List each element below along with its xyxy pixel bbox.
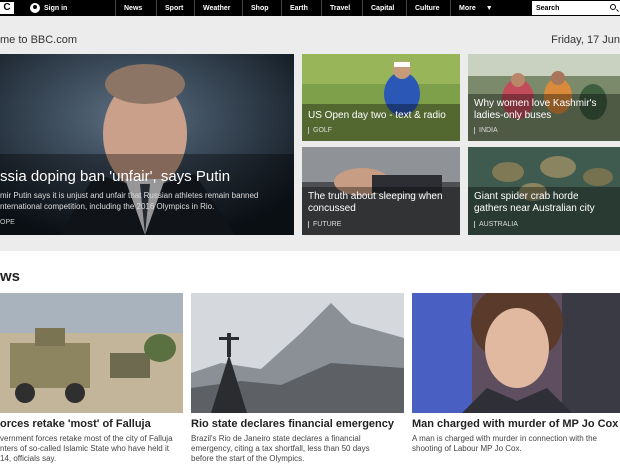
- nav-item-travel[interactable]: Travel: [321, 0, 361, 16]
- story-summary-line: 14, officials say.: [0, 454, 57, 463]
- story-tile-india[interactable]: Why women love Kashmir's ladies-only bus…: [468, 54, 620, 141]
- story-summary-line: A man is charged with murder in connecti…: [412, 434, 597, 443]
- tile-headline: The truth about sleeping when concussed: [308, 191, 443, 215]
- story-summary-line: shooting of Labour MP Jo Cox.: [412, 444, 522, 453]
- story-headline[interactable]: Man charged with murder of MP Jo Cox: [412, 418, 618, 430]
- hero-section-tag[interactable]: OPE: [0, 219, 15, 226]
- nav-item-capital[interactable]: Capital: [362, 0, 406, 16]
- nav-label: News: [124, 4, 143, 12]
- tile-headline-line: gathers near Australian city: [474, 203, 595, 214]
- tile-section-tag[interactable]: GOLF: [308, 127, 332, 134]
- date-text: Friday, 17 Jun: [551, 34, 620, 46]
- story-summary: Brazil's Rio de Janeiro state declares a…: [191, 434, 370, 464]
- rio-photo: [191, 293, 404, 413]
- tile-headline: US Open day two - text & radio: [308, 110, 446, 122]
- story-summary-line: emergency, citing a tax shortfall, less …: [191, 444, 370, 453]
- story-tile-australia[interactable]: Giant spider crab horde gathers near Aus…: [468, 147, 620, 235]
- search-input[interactable]: Search: [532, 1, 620, 15]
- nav-item-sport[interactable]: Sport: [156, 0, 194, 16]
- sign-in-link[interactable]: Sign in: [30, 0, 67, 16]
- user-icon: [30, 3, 40, 13]
- nav-label: Travel: [330, 4, 351, 12]
- jo-cox-photo: [412, 293, 620, 413]
- bbc-logo[interactable]: C: [0, 2, 14, 14]
- nav-label: Sport: [165, 4, 184, 12]
- search-placeholder: Search: [536, 4, 560, 12]
- nav-item-news[interactable]: News: [115, 0, 155, 16]
- tile-section-tag[interactable]: AUSTRALIA: [474, 221, 518, 228]
- nav-label: More: [459, 4, 476, 12]
- nav-label: Earth: [290, 4, 308, 12]
- story-summary: A man is charged with murder in connecti…: [412, 434, 597, 454]
- nav-item-earth[interactable]: Earth: [281, 0, 321, 16]
- hero-summary: mir Putin says it is unjust and unfair t…: [0, 190, 294, 212]
- nav-label: Shop: [251, 4, 269, 12]
- tile-section-tag[interactable]: INDIA: [474, 127, 498, 134]
- tile-headline-line: US Open day two - text & radio: [308, 110, 446, 121]
- search-icon[interactable]: [610, 4, 616, 10]
- story-summary-line: before the start of the Olympics.: [191, 454, 305, 463]
- tile-headline-line: ladies-only buses: [474, 110, 552, 121]
- tile-headline-line: Giant spider crab horde: [474, 191, 579, 202]
- story-summary-line: nters of so-called Islamic State who hav…: [0, 444, 169, 453]
- story-tile-future[interactable]: The truth about sleeping when concussed …: [302, 147, 460, 235]
- news-section-heading[interactable]: ws: [0, 268, 20, 285]
- story-summary: vernment forces retake most of the city …: [0, 434, 173, 464]
- nav-label: Weather: [203, 4, 231, 12]
- story-summary-line: Brazil's Rio de Janeiro state declares a…: [191, 434, 361, 443]
- nav-item-weather[interactable]: Weather: [194, 0, 242, 16]
- tile-headline: Why women love Kashmir's ladies-only bus…: [474, 98, 597, 122]
- news-story-rio[interactable]: Rio state declares financial emergency B…: [191, 293, 404, 465]
- story-headline[interactable]: orces retake 'most' of Falluja: [0, 418, 151, 430]
- tile-headline-line: The truth about sleeping when: [308, 191, 443, 202]
- hero-summary-line: nternational competition, including the …: [0, 202, 215, 211]
- nav-label: Culture: [415, 4, 440, 12]
- nav-label: Capital: [371, 4, 395, 12]
- tile-headline: Giant spider crab horde gathers near Aus…: [474, 191, 595, 215]
- story-tile-golf[interactable]: US Open day two - text & radio GOLF: [302, 54, 460, 141]
- chevron-down-icon: ▼: [485, 4, 493, 12]
- story-headline[interactable]: Rio state declares financial emergency: [191, 418, 394, 430]
- falluja-photo: [0, 293, 183, 413]
- story-summary-line: vernment forces retake most of the city …: [0, 434, 173, 443]
- news-story-falluja[interactable]: orces retake 'most' of Falluja vernment …: [0, 293, 183, 465]
- nav-item-culture[interactable]: Culture: [406, 0, 450, 16]
- top-navigation-bar: C Sign in News Sport Weather Shop Earth …: [0, 0, 620, 16]
- tile-headline-line: Why women love Kashmir's: [474, 98, 597, 109]
- welcome-text: me to BBC.com: [0, 34, 78, 46]
- news-story-jo-cox[interactable]: Man charged with murder of MP Jo Cox A m…: [412, 293, 620, 465]
- nav-item-more[interactable]: More ▼: [450, 0, 528, 16]
- hero-headline[interactable]: ssia doping ban 'unfair', says Putin: [0, 168, 294, 185]
- sign-in-label: Sign in: [44, 4, 68, 12]
- tile-section-tag[interactable]: FUTURE: [308, 221, 341, 228]
- hero-summary-line: mir Putin says it is unjust and unfair t…: [0, 191, 259, 200]
- nav-item-shop[interactable]: Shop: [242, 0, 280, 16]
- tile-headline-line: concussed: [308, 203, 356, 214]
